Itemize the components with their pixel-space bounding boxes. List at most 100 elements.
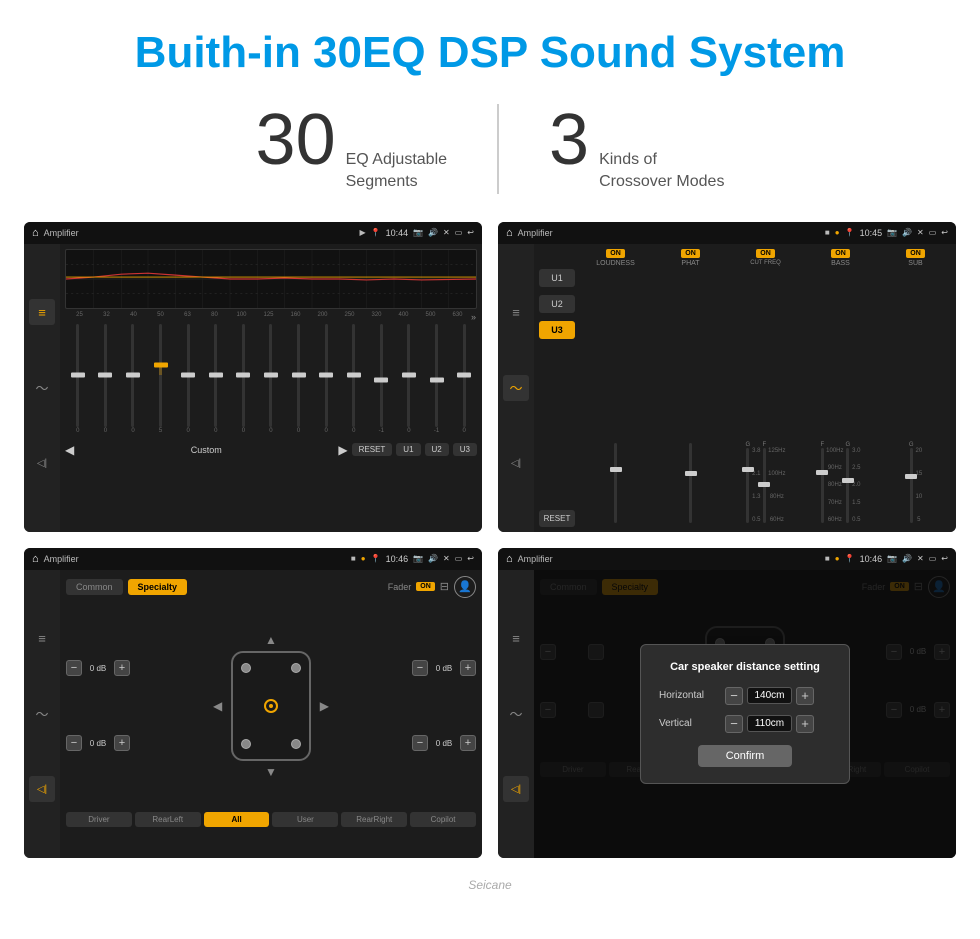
dialog-horizontal-row: Horizontal − 140cm + bbox=[659, 687, 831, 705]
specialty-tab-3[interactable]: Specialty bbox=[128, 579, 188, 595]
copilot-btn-3[interactable]: Copilot bbox=[410, 812, 476, 827]
fader-on-3[interactable]: ON bbox=[416, 582, 435, 591]
slider-col-12[interactable]: -1 bbox=[369, 324, 395, 434]
freq-32: 32 bbox=[93, 312, 120, 322]
channels-area: ON LOUDNESS ON PHAT bbox=[580, 249, 951, 527]
nav-down-3[interactable]: ▼ bbox=[265, 765, 277, 779]
fr-minus[interactable]: − bbox=[412, 660, 428, 676]
rearright-btn-3[interactable]: RearRight bbox=[341, 812, 407, 827]
ch-phat: ON PHAT bbox=[655, 249, 726, 527]
screen1-back[interactable]: ↩ bbox=[467, 228, 474, 237]
sidebar-wave-icon-2[interactable]: 〜 bbox=[503, 375, 529, 401]
slider-col-9[interactable]: 0 bbox=[286, 324, 312, 434]
rr-plus[interactable]: + bbox=[460, 735, 476, 751]
prev-btn[interactable]: ◀ bbox=[65, 443, 74, 457]
screen3-loc: 📍 bbox=[371, 554, 381, 563]
slider-col-4[interactable]: 5 bbox=[148, 324, 174, 434]
ch-loudness-on[interactable]: ON bbox=[606, 249, 625, 258]
fl-plus[interactable]: + bbox=[114, 660, 130, 676]
fl-minus[interactable]: − bbox=[66, 660, 82, 676]
sidebar-wave-icon[interactable]: 〜 bbox=[29, 375, 55, 401]
expand-icon[interactable]: » bbox=[471, 312, 476, 322]
slider-col-15[interactable]: 0 bbox=[451, 324, 477, 434]
reset-btn[interactable]: RESET bbox=[352, 443, 393, 456]
ch-phat-label: PHAT bbox=[681, 260, 699, 267]
vertical-plus[interactable]: + bbox=[796, 715, 814, 733]
screen4-content: Common Specialty Fader ON ⊟ 👤 − bbox=[534, 570, 956, 858]
screen1-x[interactable]: ✕ bbox=[443, 228, 450, 237]
ch-cutfreq: ON CUT FREQ G 3.82.11.30.5 bbox=[730, 249, 801, 527]
u2-preset-btn[interactable]: U2 bbox=[539, 295, 575, 313]
screen4-sq: ▭ bbox=[929, 554, 937, 563]
ch-phat-on[interactable]: ON bbox=[681, 249, 700, 258]
u1-preset-btn[interactable]: U1 bbox=[539, 269, 575, 287]
sidebar-eq-icon-4[interactable]: ≡ bbox=[503, 625, 529, 651]
ch-cutfreq-on[interactable]: ON bbox=[756, 249, 775, 258]
rl-minus[interactable]: − bbox=[66, 735, 82, 751]
sidebar-wave-icon-3[interactable]: 〜 bbox=[29, 701, 55, 727]
sidebar-vol-icon-2[interactable]: ◁| bbox=[503, 450, 529, 476]
sidebar-wave-icon-4[interactable]: 〜 bbox=[503, 701, 529, 727]
nav-up-3[interactable]: ▲ bbox=[265, 633, 277, 647]
slider-col-13[interactable]: 0 bbox=[396, 324, 422, 434]
dialog-vertical-row: Vertical − 110cm + bbox=[659, 715, 831, 733]
sidebar-vol-icon[interactable]: ◁| bbox=[29, 450, 55, 476]
right-controls-3: − 0 dB + − 0 dB + bbox=[412, 606, 476, 806]
rl-plus[interactable]: + bbox=[114, 735, 130, 751]
u3-btn[interactable]: U3 bbox=[453, 443, 477, 456]
common-tab-3[interactable]: Common bbox=[66, 579, 123, 595]
ch-cutfreq-label: CUT FREQ bbox=[750, 260, 781, 266]
u2-btn[interactable]: U2 bbox=[425, 443, 449, 456]
sidebar-eq-icon[interactable]: ≡ bbox=[29, 299, 55, 325]
reset-preset-btn[interactable]: RESET bbox=[539, 510, 575, 527]
slider-col-8[interactable]: 0 bbox=[258, 324, 284, 434]
driver-btn-3[interactable]: Driver bbox=[66, 812, 132, 827]
screen1-title: Amplifier bbox=[44, 228, 355, 238]
slider-col-10[interactable]: 0 bbox=[313, 324, 339, 434]
all-btn-3[interactable]: All bbox=[204, 812, 270, 827]
slider-col-11[interactable]: 0 bbox=[341, 324, 367, 434]
horizontal-minus[interactable]: − bbox=[725, 687, 743, 705]
fr-plus[interactable]: + bbox=[460, 660, 476, 676]
ch-sub-on[interactable]: ON bbox=[906, 249, 925, 258]
vertical-minus[interactable]: − bbox=[725, 715, 743, 733]
sidebar-vol-icon-4[interactable]: ◁| bbox=[503, 776, 529, 802]
u3-preset-btn[interactable]: U3 bbox=[539, 321, 575, 339]
screen4-dot: ● bbox=[835, 554, 840, 563]
rr-minus[interactable]: − bbox=[412, 735, 428, 751]
sidebar-4: ≡ 〜 ◁| bbox=[498, 570, 534, 858]
screen4-x[interactable]: ✕ bbox=[917, 554, 924, 563]
screen4-back[interactable]: ↩ bbox=[941, 554, 948, 563]
fader-label-3: Fader bbox=[388, 582, 412, 592]
screen3-back[interactable]: ↩ bbox=[467, 554, 474, 563]
home-icon-1[interactable]: ⌂ bbox=[32, 227, 39, 239]
freq-63: 63 bbox=[174, 312, 201, 322]
home-icon-3[interactable]: ⌂ bbox=[32, 553, 39, 565]
u1-btn[interactable]: U1 bbox=[396, 443, 420, 456]
sidebar-eq-icon-2[interactable]: ≡ bbox=[503, 299, 529, 325]
slider-col-1[interactable]: 0 bbox=[65, 324, 91, 434]
slider-col-14[interactable]: -1 bbox=[424, 324, 450, 434]
play-btn[interactable]: ▶ bbox=[338, 443, 347, 457]
slider-col-2[interactable]: 0 bbox=[93, 324, 119, 434]
home-icon-2[interactable]: ⌂ bbox=[506, 227, 513, 239]
sidebar-vol-icon-3[interactable]: ◁| bbox=[29, 776, 55, 802]
slider-col-7[interactable]: 0 bbox=[231, 324, 257, 434]
ch-bass-on[interactable]: ON bbox=[831, 249, 850, 258]
slider-col-6[interactable]: 0 bbox=[203, 324, 229, 434]
rearleft-btn-3[interactable]: RearLeft bbox=[135, 812, 201, 827]
nav-left-3[interactable]: ◀ bbox=[213, 699, 222, 713]
home-icon-4[interactable]: ⌂ bbox=[506, 553, 513, 565]
confirm-button[interactable]: Confirm bbox=[698, 745, 793, 767]
slider-col-5[interactable]: 0 bbox=[175, 324, 201, 434]
horizontal-plus[interactable]: + bbox=[796, 687, 814, 705]
screen3-x[interactable]: ✕ bbox=[443, 554, 450, 563]
sidebar-eq-icon-3[interactable]: ≡ bbox=[29, 625, 55, 651]
screen2-back[interactable]: ↩ bbox=[941, 228, 948, 237]
slider-col-3[interactable]: 0 bbox=[120, 324, 146, 434]
sp-rl bbox=[241, 739, 251, 749]
screen2-x[interactable]: ✕ bbox=[917, 228, 924, 237]
nav-right-3[interactable]: ▶ bbox=[320, 699, 329, 713]
screen2-cam: 📷 bbox=[887, 228, 897, 237]
user-btn-3[interactable]: User bbox=[272, 812, 338, 827]
